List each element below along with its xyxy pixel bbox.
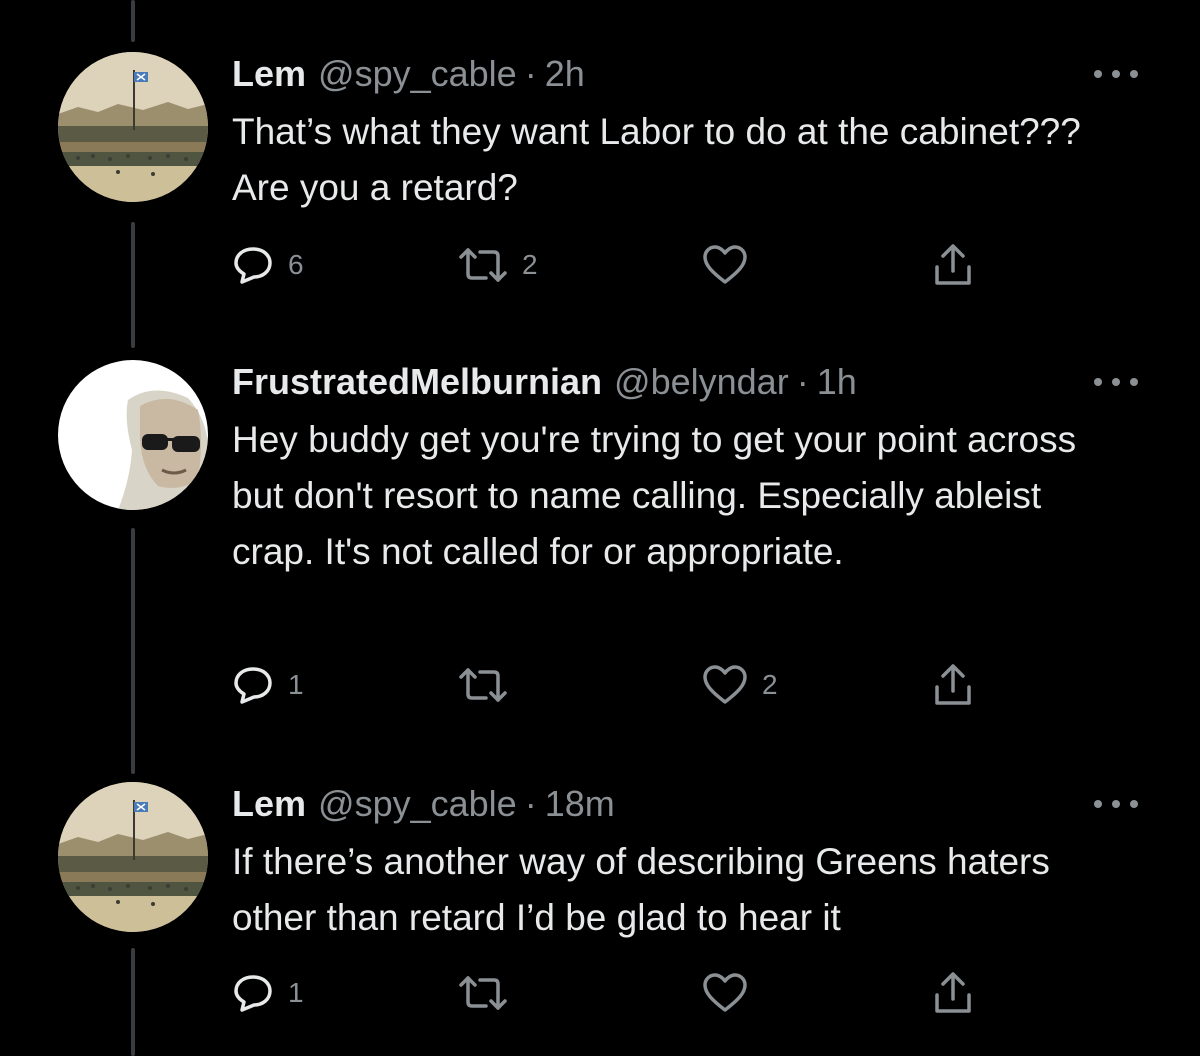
tweet-actions: 1 2 xyxy=(232,660,992,710)
protest-crowd-painting-icon xyxy=(58,782,208,932)
share-icon xyxy=(935,664,971,705)
more-options-icon[interactable] xyxy=(1094,370,1138,394)
separator: · xyxy=(524,53,537,94)
thread-line-3 xyxy=(131,948,135,1056)
author-handle[interactable]: @spy_cable xyxy=(318,782,517,826)
share-button[interactable] xyxy=(932,240,974,290)
tweet-actions: 6 2 xyxy=(232,240,992,290)
like-count: 2 xyxy=(762,669,778,700)
tweet-text: Hey buddy get you're trying to get your … xyxy=(232,419,1077,572)
reply-icon xyxy=(234,975,272,1012)
heart-icon xyxy=(703,973,747,1012)
avatar[interactable] xyxy=(58,52,208,202)
timestamp[interactable]: 2h xyxy=(545,52,585,96)
reply-button[interactable]: 1 xyxy=(232,968,304,1018)
share-icon xyxy=(935,972,971,1013)
avatar[interactable] xyxy=(58,782,208,932)
timestamp[interactable]: 1h xyxy=(817,360,857,404)
avatar[interactable] xyxy=(58,360,208,510)
reply-icon xyxy=(234,247,272,284)
more-options-icon[interactable] xyxy=(1094,792,1138,816)
retweet-button[interactable] xyxy=(458,968,522,1018)
share-icon xyxy=(935,244,971,285)
thread-line-1 xyxy=(131,222,135,348)
author-name[interactable]: Lem xyxy=(232,52,306,96)
reply-icon xyxy=(234,667,272,704)
heart-icon xyxy=(703,665,747,704)
tweet-header: Lem @spy_cable · 2h xyxy=(232,52,585,96)
author-name[interactable]: FrustratedMelburnian xyxy=(232,360,602,404)
timestamp[interactable]: 18m xyxy=(545,782,615,826)
retweet-icon xyxy=(459,248,507,282)
more-options-icon[interactable] xyxy=(1094,62,1138,86)
like-button[interactable]: 2 xyxy=(702,660,778,710)
share-button[interactable] xyxy=(932,660,974,710)
tweet-text: That’s what they want Labor to do at the… xyxy=(232,111,1081,208)
thread-line-2 xyxy=(131,528,135,774)
retweet-icon xyxy=(459,668,507,702)
separator: · xyxy=(796,361,809,402)
protest-crowd-painting-icon xyxy=(58,52,208,202)
tweet-text: If there’s another way of describing Gre… xyxy=(232,841,1050,938)
retweet-icon xyxy=(459,976,507,1010)
reply-button[interactable]: 1 xyxy=(232,660,304,710)
like-button[interactable] xyxy=(702,240,762,290)
reply-count: 6 xyxy=(288,249,304,280)
tweet-header: FrustratedMelburnian @belyndar · 1h xyxy=(232,360,857,404)
share-button[interactable] xyxy=(932,968,974,1018)
tweet-header: Lem @spy_cable · 18m xyxy=(232,782,615,826)
thread-line-top xyxy=(131,0,135,42)
author-handle[interactable]: @spy_cable xyxy=(318,52,517,96)
author-name[interactable]: Lem xyxy=(232,782,306,826)
tweet-actions: 1 xyxy=(232,968,992,1018)
reply-count: 1 xyxy=(288,977,304,1008)
retweet-button[interactable] xyxy=(458,660,522,710)
retweet-count: 2 xyxy=(522,249,538,280)
separator: · xyxy=(524,783,537,824)
retweet-button[interactable]: 2 xyxy=(458,240,538,290)
person-sunglasses-icon xyxy=(58,360,208,510)
reply-count: 1 xyxy=(288,669,304,700)
reply-button[interactable]: 6 xyxy=(232,240,304,290)
author-handle[interactable]: @belyndar xyxy=(614,360,789,404)
like-button[interactable] xyxy=(702,968,762,1018)
heart-icon xyxy=(703,245,747,284)
